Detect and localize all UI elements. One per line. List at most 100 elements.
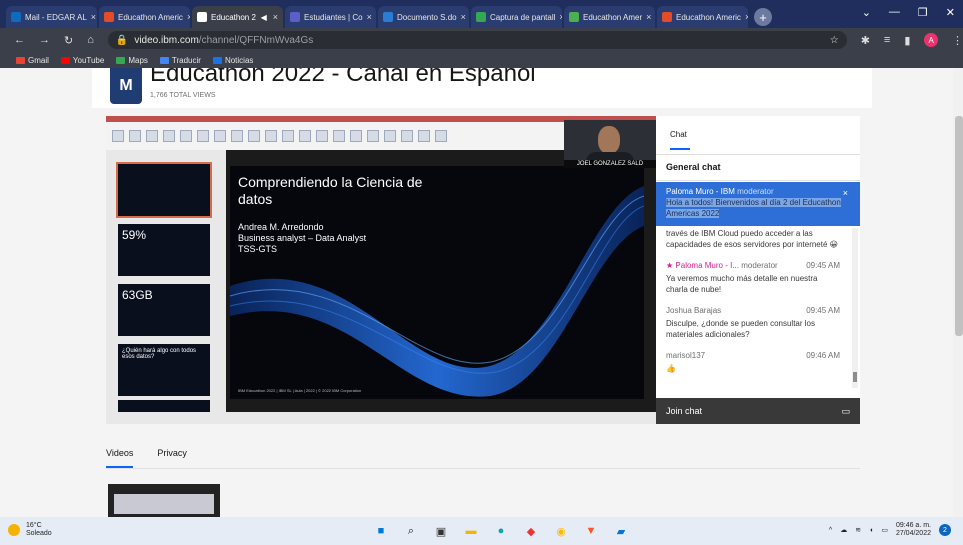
browser-tab[interactable]: Mail - EDGAR AL × xyxy=(6,6,97,28)
chrome-icon[interactable]: ◉ xyxy=(552,522,570,540)
edge-icon[interactable]: ● xyxy=(492,522,510,540)
browser-tab[interactable]: Captura de pantall× xyxy=(471,6,562,28)
close-icon[interactable]: × xyxy=(843,188,848,199)
webcam-name: JOEL GONZALEZ SALD xyxy=(564,160,656,168)
bookmarks-bar: Gmail YouTube Maps Traducir Noticias xyxy=(0,52,963,68)
tab-chat[interactable]: Chat xyxy=(670,130,687,139)
close-tab-icon[interactable]: × xyxy=(646,12,651,22)
tab-favicon-icon xyxy=(569,12,579,22)
sidepanel-icon[interactable]: ▮ xyxy=(904,34,910,47)
bookmark-maps[interactable]: Maps xyxy=(116,56,148,65)
notification-icon[interactable]: 2 xyxy=(939,524,951,536)
tab-favicon-icon xyxy=(104,12,114,22)
chat-message: través de IBM Cloud puedo acceder a las … xyxy=(666,229,838,249)
close-tab-icon[interactable]: × xyxy=(367,12,372,22)
page-scrollbar[interactable] xyxy=(953,68,963,517)
chat-message: marisol137 09:46 AM 👍 xyxy=(666,351,840,373)
chat-message: ★ Paloma Muro - I... moderator 09:45 AM Y… xyxy=(666,261,840,294)
reading-list-icon[interactable]: ≡ xyxy=(884,34,890,46)
close-tab-icon[interactable]: × xyxy=(559,12,562,22)
new-tab-button[interactable]: + xyxy=(754,8,772,26)
chat-message: Joshua Barajas 09:45 AM Disculpe, ¿donde … xyxy=(666,306,840,339)
maximize-icon[interactable]: ❐ xyxy=(918,6,928,19)
join-chat-button[interactable]: Join chat ▭ xyxy=(656,398,860,424)
browser-tab[interactable]: Educathon Americ × xyxy=(657,6,748,28)
search-icon[interactable]: ⌕ xyxy=(402,522,420,540)
page-content: M Educathon 2022 - Canal en Español 1,76… xyxy=(0,68,963,517)
tab-favicon-icon xyxy=(11,12,21,22)
avatar[interactable]: A xyxy=(924,33,938,47)
wifi-icon[interactable]: ≋ xyxy=(855,526,861,534)
tray-app-icon[interactable]: ☁ xyxy=(840,526,847,534)
chevron-up-icon[interactable]: ^ xyxy=(829,527,832,534)
weather-widget[interactable]: 16°C Soleado xyxy=(8,522,52,538)
news-icon xyxy=(212,56,222,64)
powerpoint-statusbar xyxy=(106,412,656,424)
windows-start-icon[interactable]: ■ xyxy=(372,522,390,540)
slide-thumbnail xyxy=(116,162,212,218)
pinned-message: Paloma Muro - IBM moderator Hola a todos… xyxy=(656,182,860,226)
browser-tab[interactable]: Estudiantes | Co × xyxy=(285,6,376,28)
tab-favicon-icon xyxy=(383,12,393,22)
browser-tab[interactable]: Educathon Amer × xyxy=(564,6,655,28)
tab-videos[interactable]: Videos xyxy=(106,448,134,468)
channel-header: M Educathon 2022 - Canal en Español 1,76… xyxy=(92,68,872,108)
presentation-slide: Comprendiendo la Ciencia de datos Andrea… xyxy=(230,166,644,399)
presenter-webcam: JOEL GONZALEZ SALD xyxy=(564,120,656,168)
extensions-icon[interactable]: ✱ xyxy=(861,34,870,47)
reload-icon[interactable]: ↻ xyxy=(64,34,73,47)
slide-body: Andrea M. Arredondo Business analyst – D… xyxy=(238,222,367,254)
store-icon[interactable]: ▰ xyxy=(612,522,630,540)
bookmark-translate[interactable]: Traducir xyxy=(159,56,201,65)
brave-icon[interactable]: ▼ xyxy=(582,522,600,540)
office-icon[interactable]: ◆ xyxy=(522,522,540,540)
channel-title: Educathon 2022 - Canal en Español xyxy=(150,68,536,87)
browser-tab[interactable]: Educathon Americ × xyxy=(99,6,190,28)
chevron-down-icon[interactable]: ⌄ xyxy=(862,6,871,19)
bookmark-news[interactable]: Noticias xyxy=(212,56,253,65)
back-icon[interactable]: ← xyxy=(14,34,25,46)
tab-favicon-icon xyxy=(662,12,672,22)
slide-title: Comprendiendo la Ciencia de datos xyxy=(238,174,423,207)
bookmark-gmail[interactable]: Gmail xyxy=(16,56,49,65)
slide-thumbnail: ¿Quién hará algo con todos esos datos? xyxy=(118,344,210,396)
minimize-icon[interactable]: — xyxy=(889,6,900,19)
close-tab-icon[interactable]: × xyxy=(745,12,748,22)
lock-icon: 🔒 xyxy=(115,34,129,46)
forward-icon[interactable]: → xyxy=(39,34,50,46)
close-tab-icon[interactable]: × xyxy=(273,12,278,22)
tab-favicon-icon xyxy=(197,12,207,22)
star-icon[interactable]: ☆ xyxy=(830,35,839,46)
close-window-icon[interactable]: ✕ xyxy=(946,6,955,19)
sun-icon xyxy=(8,524,20,536)
page-tabs: Videos Privacy xyxy=(106,448,187,468)
browser-tab-bar: Mail - EDGAR AL × Educathon Americ × Educa… xyxy=(0,0,963,28)
chat-scrollbar[interactable] xyxy=(852,228,858,388)
tab-favicon-icon xyxy=(290,12,300,22)
total-views: 1,766 TOTAL VIEWS xyxy=(150,92,216,99)
volume-icon[interactable]: ◖ xyxy=(869,527,873,534)
menu-icon[interactable]: ⋮ xyxy=(952,34,963,47)
browser-tab[interactable]: Documento S.do × xyxy=(378,6,469,28)
close-tab-icon[interactable]: × xyxy=(187,12,190,22)
tab-privacy[interactable]: Privacy xyxy=(157,448,187,468)
speaker-icon[interactable]: ◀ xyxy=(261,13,267,22)
battery-icon[interactable]: ▭ xyxy=(881,526,888,534)
home-icon[interactable]: ⌂ xyxy=(87,34,94,46)
star-icon: ★ xyxy=(666,261,674,270)
close-tab-icon[interactable]: × xyxy=(461,12,466,22)
address-toolbar: ← → ↻ ⌂ 🔒 video.ibm.com/channel/QFFNmWva… xyxy=(0,28,963,52)
file-explorer-icon[interactable]: ▬ xyxy=(462,522,480,540)
youtube-icon xyxy=(60,56,70,64)
task-view-icon[interactable]: ▣ xyxy=(432,522,450,540)
video-thumbnail[interactable] xyxy=(108,484,220,517)
close-tab-icon[interactable]: × xyxy=(91,12,96,22)
bookmark-youtube[interactable]: YouTube xyxy=(60,56,104,65)
chat-section-title: General chat xyxy=(666,162,721,172)
taskbar-apps: ■ ⌕ ▣ ▬ ● ◆ ◉ ▼ ▰ xyxy=(372,522,630,540)
slide-thumbnails: 59% 63GB ¿Quién hará algo con todos esos… xyxy=(106,150,226,412)
browser-tab-active[interactable]: Educathon 2 ◀ × xyxy=(192,6,283,28)
video-player[interactable]: 59% 63GB ¿Quién hará algo con todos esos… xyxy=(106,116,656,424)
address-bar[interactable]: 🔒 video.ibm.com/channel/QFFNmWva4Gs ☆ xyxy=(107,31,847,49)
clock[interactable]: 09:46 a. m. 27/04/2022 xyxy=(896,522,931,538)
